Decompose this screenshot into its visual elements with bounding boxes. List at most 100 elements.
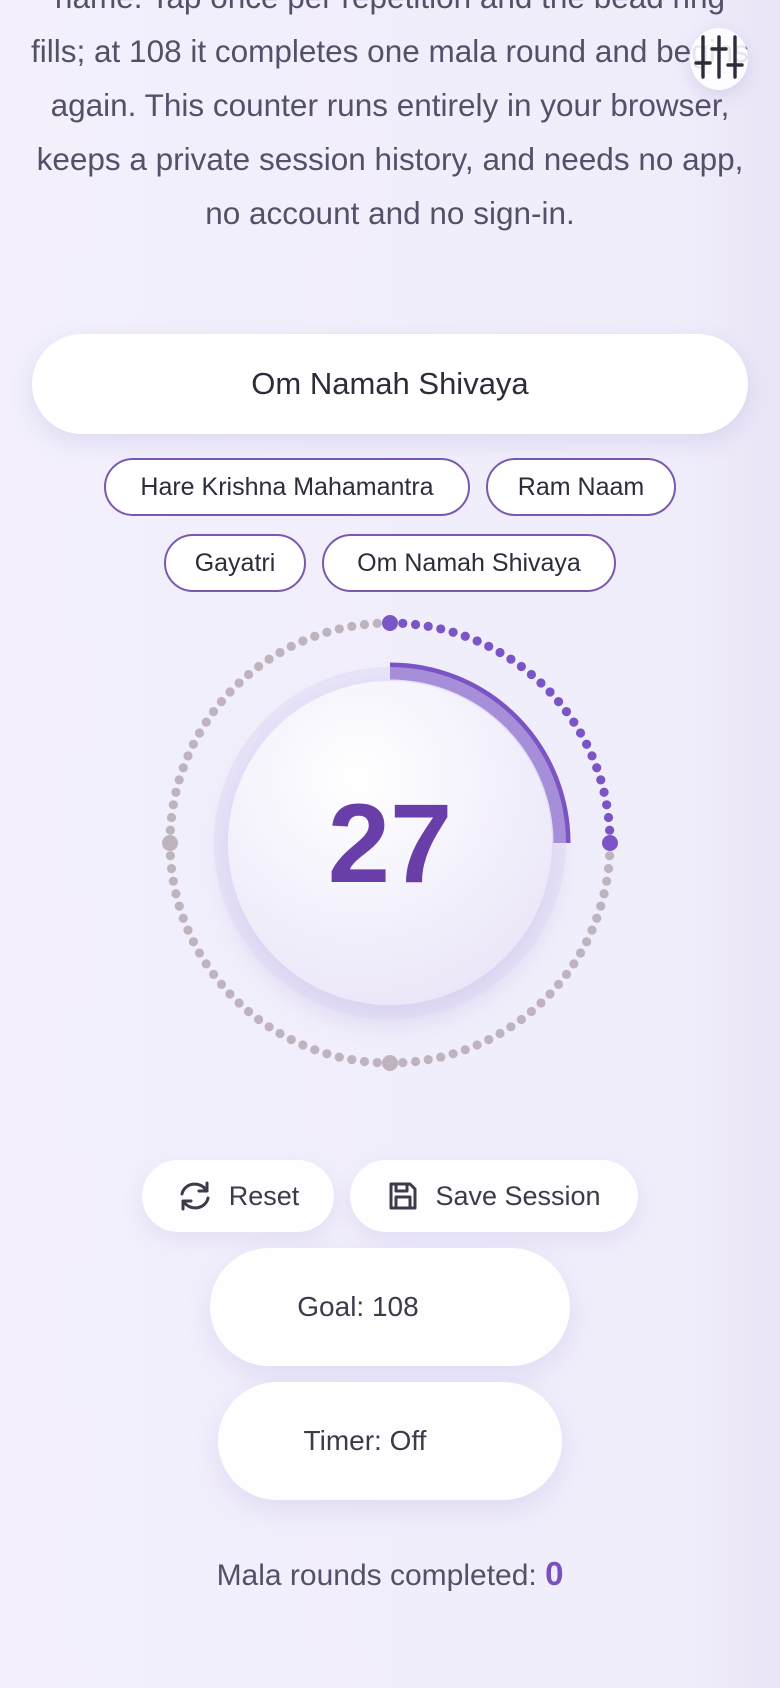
- bead: [603, 812, 614, 823]
- bead: [602, 876, 612, 886]
- bead: [165, 825, 175, 835]
- bead: [178, 913, 188, 923]
- bead: [201, 717, 211, 727]
- goal-selector[interactable]: Goal: 108: [210, 1248, 570, 1366]
- bead: [275, 647, 285, 658]
- bead: [183, 925, 193, 935]
- bead: [166, 812, 177, 823]
- bead: [460, 631, 470, 641]
- bead: [553, 696, 564, 707]
- bead: [545, 989, 555, 999]
- bead: [423, 1055, 433, 1065]
- bead: [194, 948, 205, 958]
- bead: [516, 1014, 526, 1025]
- bead: [599, 787, 609, 797]
- bead: [166, 863, 177, 874]
- save-session-button[interactable]: Save Session: [350, 1160, 638, 1232]
- bead: [254, 1014, 264, 1025]
- bead: [526, 1006, 537, 1017]
- save-session-label: Save Session: [435, 1180, 601, 1211]
- rounds-label: Mala rounds completed:: [216, 1559, 546, 1592]
- bead: [569, 959, 579, 969]
- bead: [322, 1049, 332, 1059]
- bead: [602, 800, 612, 810]
- bead: [536, 678, 546, 688]
- bead: [243, 669, 254, 680]
- reset-button[interactable]: Reset: [142, 1160, 334, 1232]
- bead: [575, 948, 586, 958]
- bead: [484, 1035, 494, 1045]
- bead: [275, 1028, 285, 1039]
- bead: [398, 618, 408, 628]
- bead: [592, 763, 602, 773]
- bead: [171, 787, 181, 797]
- bead-marker: [382, 615, 398, 631]
- bead: [436, 1052, 446, 1062]
- intro-text: name. Tap once per repetition and the be…: [31, 0, 749, 231]
- bead: [372, 618, 382, 628]
- bead: [234, 998, 244, 1008]
- tap-counter-button[interactable]: 27: [228, 681, 552, 1005]
- bead: [495, 1028, 505, 1039]
- settings-button[interactable]: [690, 28, 748, 90]
- bead: [410, 1056, 421, 1067]
- sliders-icon: [693, 33, 745, 86]
- bead: [561, 707, 572, 717]
- rounds-value: 0: [545, 1555, 564, 1592]
- bead: [168, 876, 178, 886]
- bead: [359, 619, 370, 630]
- bead: [254, 661, 264, 672]
- bead: [310, 631, 320, 641]
- bead: [561, 969, 572, 979]
- bead: [599, 889, 609, 899]
- bead: [286, 641, 296, 652]
- bead: [592, 913, 602, 923]
- bead: [183, 751, 193, 761]
- preset-chip-om-namah-shivaya[interactable]: Om Namah Shivaya: [322, 534, 616, 592]
- bead: [188, 739, 198, 749]
- timer-label: Timer: Off: [303, 1425, 427, 1456]
- bead: [168, 800, 178, 810]
- bead: [174, 775, 184, 785]
- bead: [545, 687, 555, 697]
- bead: [225, 989, 235, 999]
- count-value: 27: [327, 780, 453, 906]
- bead: [506, 1022, 516, 1032]
- bead-marker: [162, 835, 178, 851]
- bead: [506, 654, 516, 664]
- preset-chip-gayatri[interactable]: Gayatri: [164, 534, 306, 592]
- bead: [322, 627, 332, 637]
- bead: [208, 707, 219, 717]
- bead: [347, 1055, 357, 1065]
- timer-selector[interactable]: Timer: Off: [218, 1382, 562, 1500]
- bead: [495, 647, 505, 658]
- bead: [359, 1056, 370, 1067]
- bead-marker: [382, 1055, 398, 1071]
- bead: [472, 1040, 482, 1050]
- rounds-completed: Mala rounds completed: 0: [0, 1555, 780, 1593]
- bead: [174, 901, 184, 911]
- bead: [298, 1040, 308, 1050]
- bead: [603, 863, 614, 874]
- floppy-disk-icon: [387, 1180, 419, 1212]
- bead: [587, 925, 597, 935]
- bead: [310, 1045, 320, 1055]
- preset-chip-hare-krishna[interactable]: Hare Krishna Mahamantra: [104, 458, 470, 516]
- bead: [243, 1006, 254, 1017]
- goal-label: Goal: 108: [297, 1291, 419, 1322]
- preset-chip-ram-naam[interactable]: Ram Naam: [486, 458, 676, 516]
- bead: [605, 851, 615, 861]
- bead: [201, 959, 211, 969]
- bead: [165, 851, 175, 861]
- mantra-text: Om Namah Shivaya: [251, 366, 529, 401]
- bead: [582, 937, 592, 947]
- bead: [216, 696, 227, 707]
- bead: [536, 998, 546, 1008]
- mantra-input[interactable]: Om Namah Shivaya: [32, 334, 748, 434]
- bead: [553, 979, 564, 990]
- bead: [575, 728, 586, 738]
- bead: [484, 641, 494, 652]
- bead: [188, 937, 198, 947]
- reset-label: Reset: [228, 1180, 300, 1211]
- bead: [334, 1052, 344, 1062]
